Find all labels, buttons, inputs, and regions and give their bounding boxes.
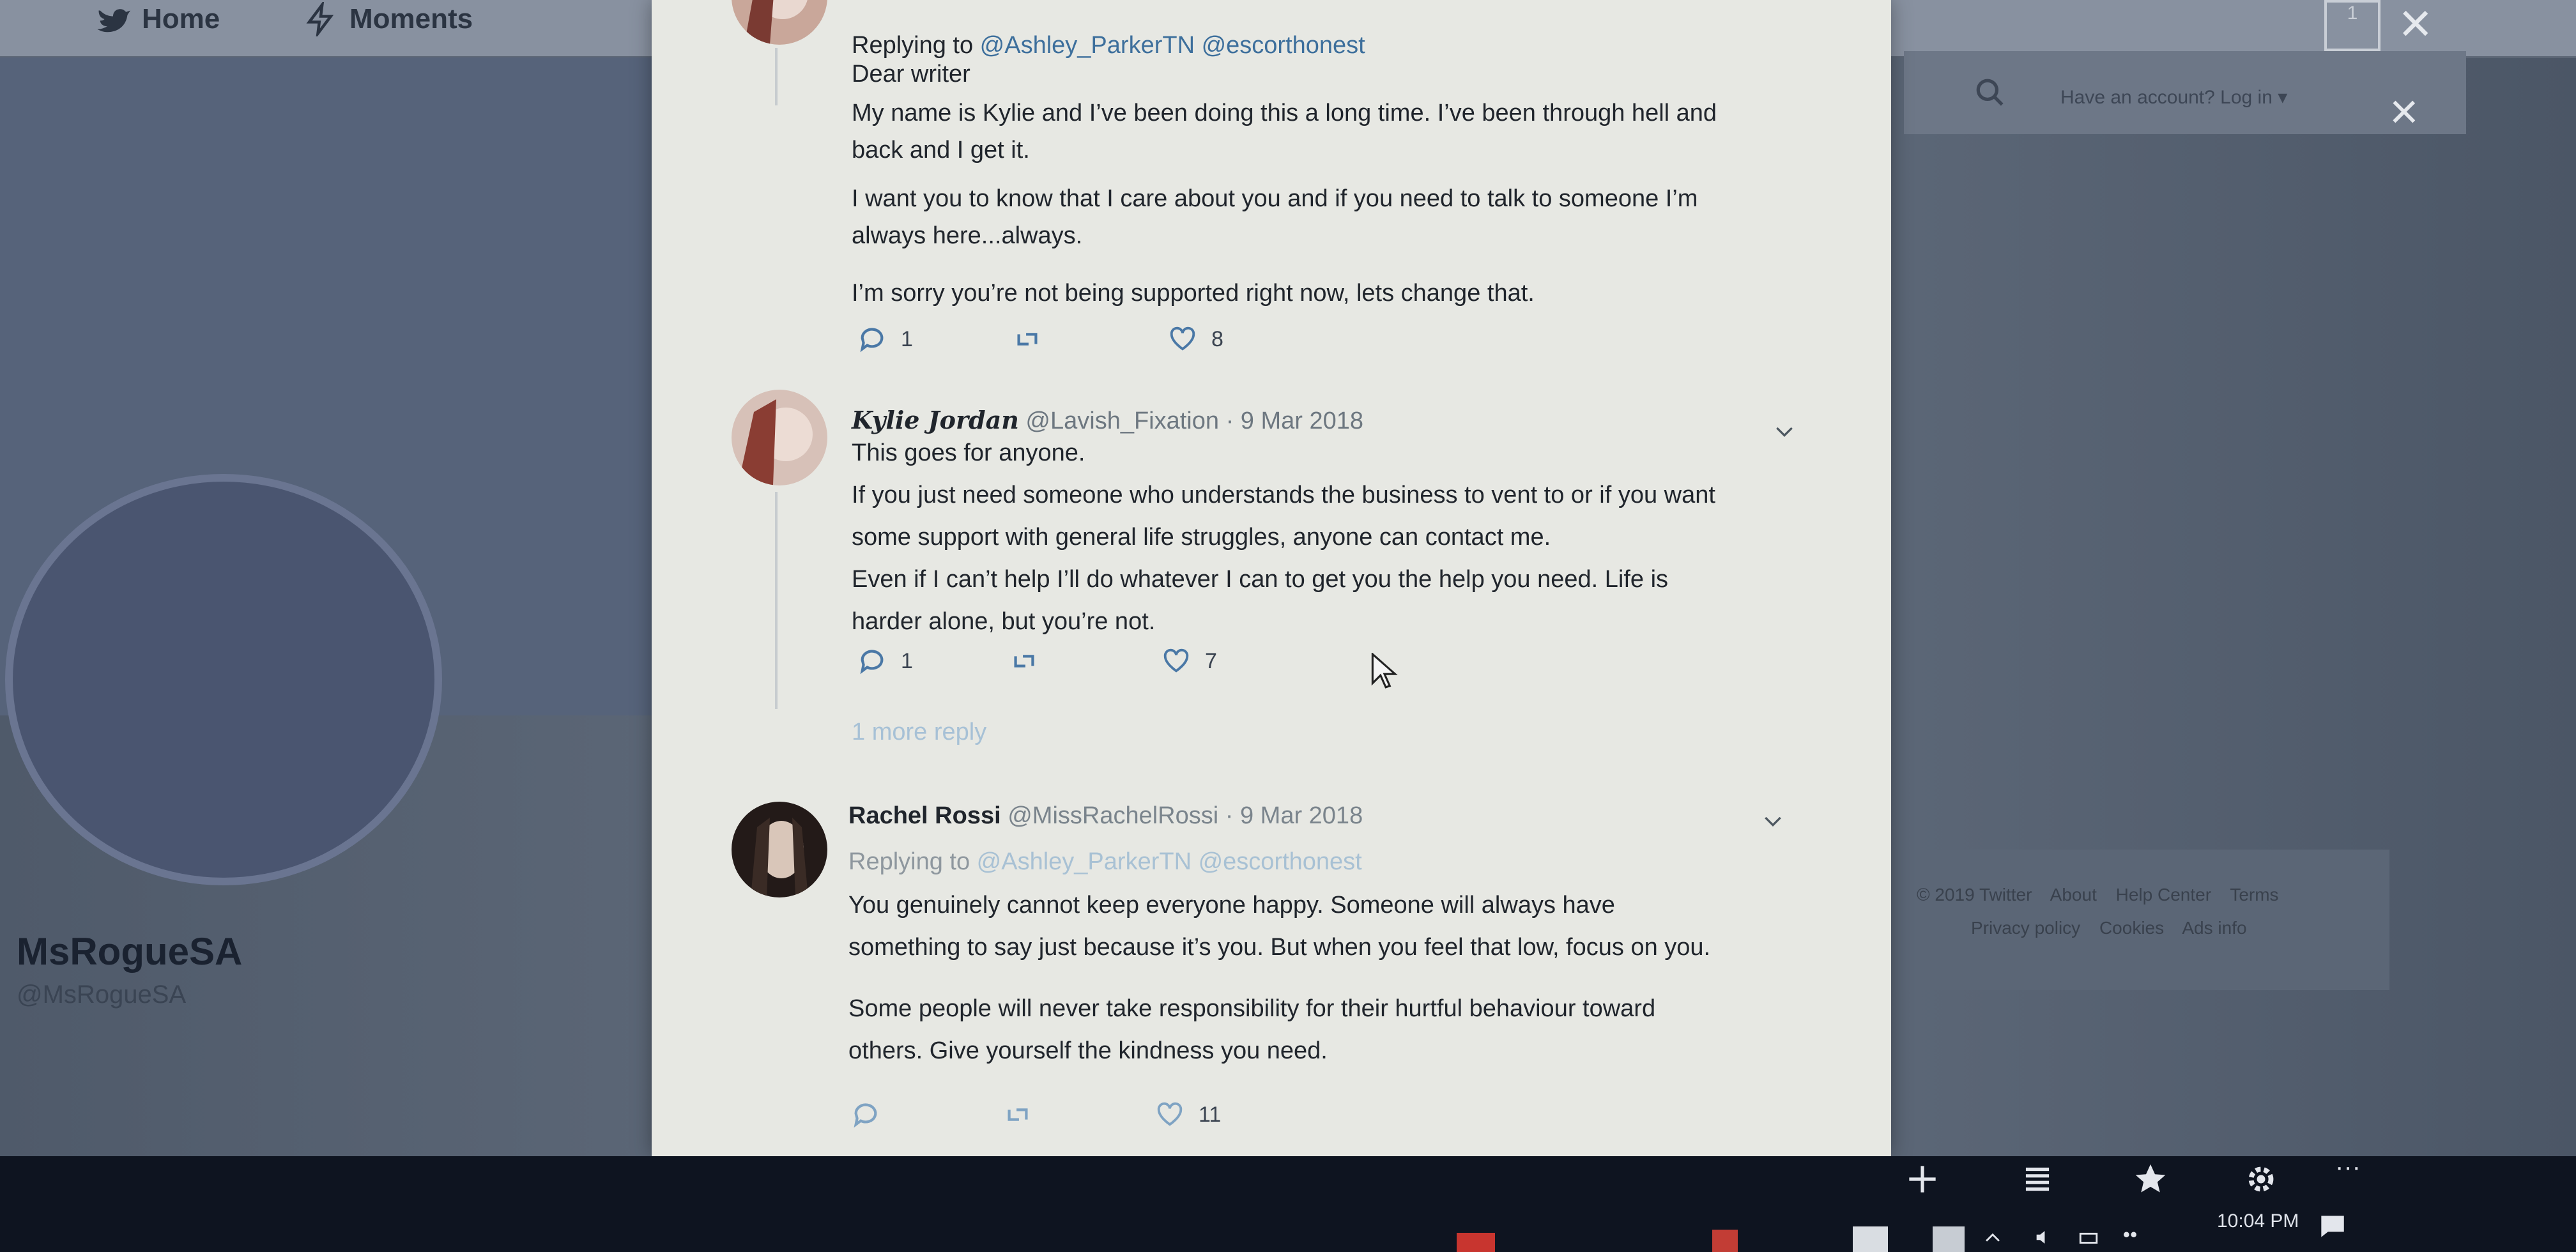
tweet-header: Rachel Rossi @MissRachelRossi · 9 Mar 20…: [848, 796, 1363, 836]
footer-terms-link[interactable]: Terms: [2230, 885, 2278, 905]
gear-icon[interactable]: [2241, 1159, 2281, 1199]
reply-icon: [860, 650, 884, 675]
footer-privacy-link[interactable]: Privacy policy: [1971, 918, 2080, 938]
reply-button[interactable]: [851, 1100, 880, 1129]
footer-about-link[interactable]: About: [2050, 885, 2097, 905]
footer-links-row-1: © 2019 Twitter About Help Center Terms: [1917, 885, 2293, 905]
lightning-icon: [306, 2, 334, 36]
reply-icon: [860, 328, 884, 353]
reply-count: 1: [901, 326, 913, 351]
avatar[interactable]: [732, 802, 827, 897]
chevron-down-icon[interactable]: [1758, 808, 1788, 834]
retweet-icon: [1008, 1108, 1028, 1121]
tab-count-badge[interactable]: 1: [2324, 0, 2380, 51]
notification-icon[interactable]: [2316, 1210, 2348, 1242]
profile-name[interactable]: MsRogueSA: [17, 929, 242, 973]
tweet-author-name[interactable]: Rachel Rossi: [848, 802, 1001, 829]
reply-button[interactable]: 1: [857, 646, 913, 676]
chevron-up-icon[interactable]: [1981, 1226, 2005, 1248]
footer-ads-link[interactable]: Ads info: [2182, 918, 2246, 938]
reply-button[interactable]: 1: [857, 324, 913, 354]
star-icon[interactable]: [2131, 1159, 2170, 1199]
avatar[interactable]: [5, 474, 442, 885]
tweet-body: I’m sorry you’re not being supported rig…: [852, 280, 1535, 307]
tweet-author-handle[interactable]: @Lavish_Fixation: [1025, 408, 1219, 434]
tweet-body: This goes for anyone. If you just need s…: [852, 439, 1715, 635]
app-icon[interactable]: [1712, 1230, 1738, 1252]
app-icon[interactable]: [1853, 1226, 1888, 1252]
footer-copyright: © 2019 Twitter: [1917, 885, 2032, 905]
like-count: 7: [1205, 648, 1217, 673]
search-icon[interactable]: [1974, 77, 2006, 109]
more-replies-link[interactable]: 1 more reply: [852, 712, 986, 752]
replying-to-handles[interactable]: @Ashley_ParkerTN @escorthonest: [977, 848, 1362, 875]
tweet-body: My name is Kylie and I’ve been doing thi…: [852, 100, 1717, 164]
retweet-button[interactable]: [1003, 1100, 1032, 1129]
nav-home-label: Home: [142, 3, 220, 34]
modal-close-icon[interactable]: ×: [2389, 86, 2419, 136]
heart-icon: [1157, 1102, 1183, 1126]
thread-line: [775, 492, 778, 709]
footer-help-link[interactable]: Help Center: [2116, 885, 2211, 905]
tweet-body: Dear writer: [852, 61, 970, 88]
footer-cookies-link[interactable]: Cookies: [2099, 918, 2164, 938]
tweet-author-name[interactable]: Kylie Jordan: [852, 406, 1019, 434]
thread-line: [775, 48, 778, 105]
screen: Home Moments 1 × Have an account? Log in…: [0, 0, 2576, 1252]
replying-to-handles[interactable]: @Ashley_ParkerTN @escorthonest: [980, 32, 1365, 59]
nav-moments-label: Moments: [349, 3, 473, 34]
footer-links-row-2: Privacy policy Cookies Ads info: [1971, 918, 2261, 938]
like-button[interactable]: 11: [1155, 1100, 1221, 1129]
retweet-button[interactable]: [1013, 324, 1042, 354]
retweet-icon: [1014, 655, 1034, 668]
tweet-date[interactable]: · 9 Mar 2018: [1226, 408, 1363, 434]
heart-icon: [1163, 648, 1189, 673]
like-count: 11: [1199, 1102, 1222, 1127]
like-button[interactable]: 7: [1162, 646, 1217, 676]
tweet-body: I want you to know that I care about you…: [852, 185, 1698, 249]
like-button[interactable]: 8: [1168, 324, 1223, 354]
retweet-button[interactable]: [1009, 646, 1039, 676]
app-icon[interactable]: [1457, 1233, 1495, 1252]
login-link[interactable]: Have an account? Log in ▾: [2060, 86, 2287, 109]
reply-count: 1: [901, 648, 913, 673]
heart-icon: [1170, 326, 1195, 351]
list-icon[interactable]: [2018, 1159, 2057, 1199]
network-icon[interactable]: [2076, 1226, 2101, 1248]
nav-moments[interactable]: Moments: [303, 0, 473, 38]
plus-icon[interactable]: [1903, 1159, 1942, 1199]
reply-icon: [854, 1103, 877, 1128]
nav-home[interactable]: Home: [96, 0, 220, 38]
window-close-icon[interactable]: ×: [2399, 0, 2432, 51]
chevron-down-icon[interactable]: [1770, 418, 1799, 444]
conversation-modal: Replying to @Ashley_ParkerTN @escorthone…: [652, 0, 1891, 1156]
mouse-cursor-icon: [1371, 653, 1398, 689]
app-icon[interactable]: [1933, 1226, 1965, 1252]
profile-handle[interactable]: @MsRogueSA: [17, 981, 186, 1009]
taskbar: [0, 1156, 2576, 1252]
bird-icon: [97, 9, 130, 33]
tweet-body: You genuinely cannot keep everyone happy…: [848, 892, 1711, 1064]
like-count: 8: [1211, 326, 1223, 351]
taskbar-clock[interactable]: 10:04 PM: [2217, 1210, 2299, 1232]
avatar[interactable]: [732, 390, 827, 485]
retweet-icon: [1017, 333, 1038, 346]
replying-to-line: Replying to @Ashley_ParkerTN @escorthone…: [848, 848, 1362, 875]
avatar[interactable]: [732, 0, 827, 45]
volume-icon[interactable]: [2032, 1226, 2056, 1248]
more-icon[interactable]: ···: [2335, 1153, 2361, 1182]
tweet-author-handle[interactable]: @MissRachelRossi: [1008, 802, 1218, 829]
tweet-date[interactable]: · 9 Mar 2018: [1225, 802, 1363, 829]
people-icon[interactable]: [2118, 1226, 2142, 1248]
